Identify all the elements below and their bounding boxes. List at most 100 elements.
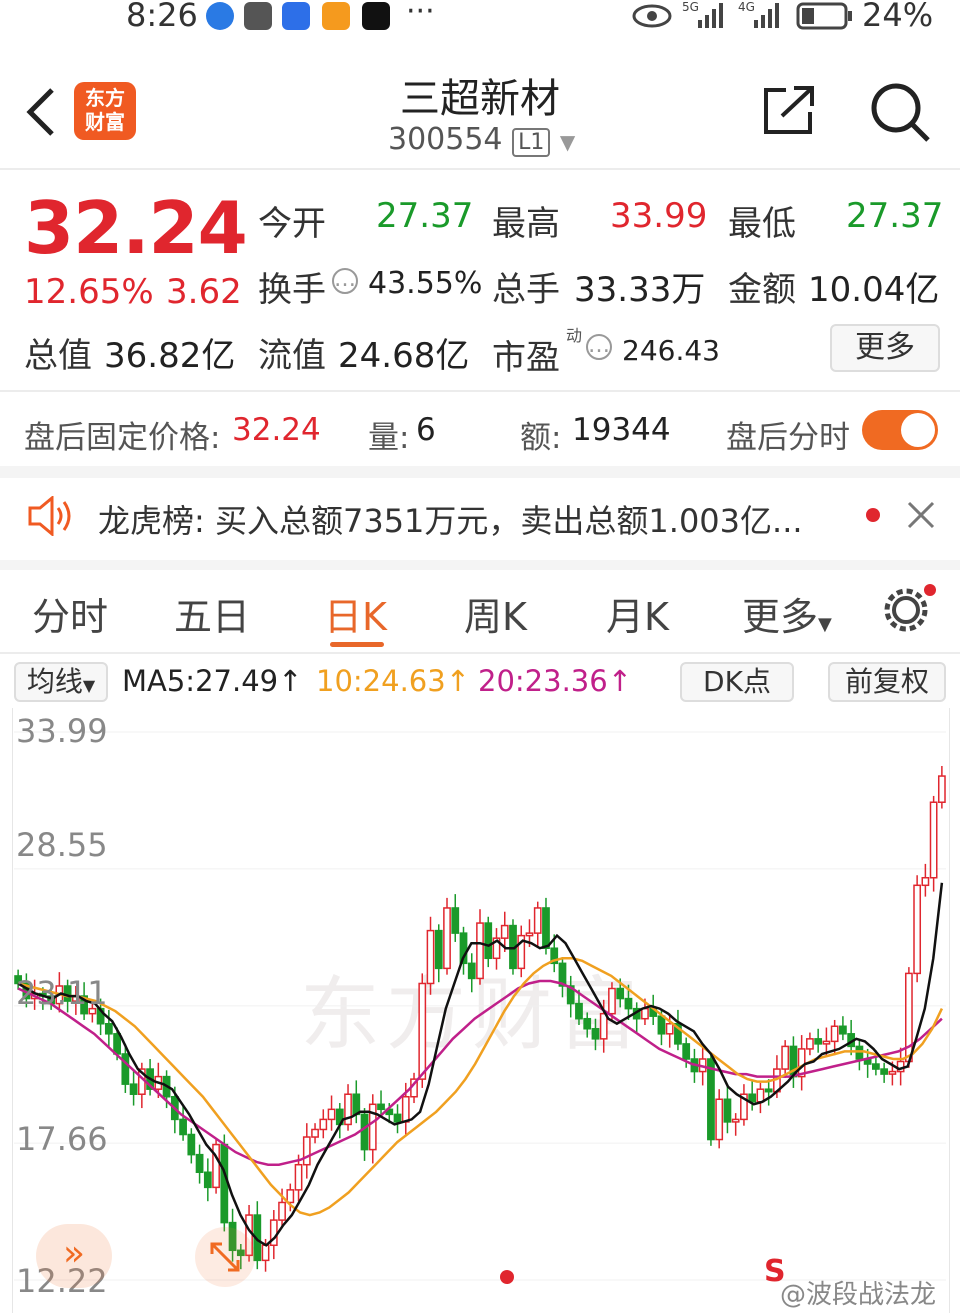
- globe-icon: [206, 2, 234, 30]
- signal-icon-2: [754, 3, 779, 28]
- close-icon[interactable]: [906, 500, 936, 530]
- ma-dropdown[interactable]: 均线▼: [14, 662, 108, 702]
- candle-body: [542, 907, 550, 949]
- candle-body: [360, 1113, 369, 1151]
- ma10-legend: 10:24.63↑: [316, 664, 470, 698]
- stock-code: 300554: [388, 122, 503, 157]
- candle-body: [121, 1053, 130, 1085]
- candle-body: [443, 907, 451, 970]
- candle-body: [583, 1017, 592, 1030]
- candlestick-chart[interactable]: [0, 700, 960, 1313]
- info-icon[interactable]: …: [332, 268, 358, 294]
- candle-body: [467, 962, 476, 980]
- candle-body: [377, 1103, 385, 1111]
- candle-body: [203, 1171, 212, 1189]
- chevron-down-icon: ▼: [559, 130, 576, 154]
- mktcap-value: 36.82亿: [104, 336, 236, 376]
- ma-dropdown-label: 均线: [26, 665, 83, 698]
- candle-body: [657, 1015, 666, 1035]
- mktcap-label: 总值: [24, 336, 92, 376]
- speaker-icon: [28, 496, 71, 536]
- candle-body: [888, 1070, 897, 1075]
- candle-body: [806, 1038, 814, 1050]
- tab-active-indicator: [330, 642, 384, 647]
- status-more: ···: [406, 0, 435, 29]
- tab-five-day[interactable]: 五日: [174, 586, 250, 641]
- status-bar: 8:26 ··· 5G 4G 24%: [0, 0, 960, 36]
- settings-gear-icon[interactable]: [880, 584, 936, 632]
- tab-weekly-k[interactable]: 周K: [464, 586, 527, 641]
- eye-icon: [632, 4, 672, 28]
- turnover-label: 换手: [258, 270, 326, 310]
- header-divider: [0, 168, 960, 170]
- search-icon[interactable]: [868, 80, 932, 144]
- open-label: 今开: [258, 204, 326, 244]
- candle-body: [129, 1083, 138, 1095]
- notice-row[interactable]: 龙虎榜: 买入总额7351万元，卖出总额1.003亿...: [98, 496, 803, 542]
- candle-body: [525, 932, 534, 937]
- candle-body: [731, 1118, 740, 1123]
- dropdown-arrow-icon: ▼: [82, 676, 96, 695]
- baidu-icon: [282, 2, 310, 30]
- stock-code-row[interactable]: 300554 L1 ▼: [388, 122, 575, 157]
- candle-body: [500, 924, 509, 939]
- toggle-knob: [901, 413, 935, 447]
- open-value: 27.37: [376, 196, 474, 236]
- after-hours-price: 32.24: [232, 412, 321, 448]
- info-icon-2[interactable]: …: [586, 334, 612, 360]
- candle-body: [781, 1045, 790, 1070]
- candle-body: [764, 1088, 773, 1093]
- low-value: 27.37: [846, 196, 944, 236]
- candle-body: [195, 1153, 204, 1174]
- candle-body: [278, 1201, 286, 1221]
- candle-body: [682, 1043, 691, 1060]
- more-button[interactable]: 更多: [830, 324, 940, 372]
- candle-body: [855, 1045, 864, 1060]
- pe-superscript: 动: [566, 326, 583, 345]
- candle-body: [822, 1040, 831, 1045]
- y-tick-label: 23.11: [16, 974, 108, 1012]
- after-hours-amt: 19344: [572, 412, 671, 448]
- after-hours-toggle[interactable]: [862, 410, 938, 450]
- candle-body: [434, 929, 443, 970]
- candle-body: [476, 922, 484, 980]
- candle-body: [179, 1118, 187, 1136]
- fullscreen-icon[interactable]: [194, 1226, 256, 1288]
- tab-intraday[interactable]: 分时: [32, 586, 108, 641]
- candle-body: [533, 907, 542, 934]
- tab-daily-k[interactable]: 日K: [324, 586, 387, 641]
- candle-body: [937, 775, 946, 803]
- volume-value: 33.33万: [574, 270, 706, 310]
- tab-more[interactable]: 更多▼: [742, 586, 832, 641]
- candle-body: [426, 929, 435, 985]
- candle-body: [591, 1028, 600, 1040]
- adjust-button[interactable]: 前复权: [828, 662, 946, 702]
- quote-divider: [0, 390, 960, 392]
- float-label: 流值: [258, 336, 326, 376]
- share-icon[interactable]: [762, 84, 818, 136]
- expand-panel-button[interactable]: »: [36, 1224, 112, 1288]
- candle-body: [401, 1095, 410, 1123]
- y-tick-label: 17.66: [16, 1120, 108, 1158]
- candle-body: [327, 1108, 336, 1121]
- battery-icon: [796, 2, 852, 30]
- high-label: 最高: [492, 204, 560, 244]
- tab-monthly-k[interactable]: 月K: [606, 586, 669, 641]
- candle-body: [311, 1128, 319, 1138]
- candle-body: [929, 801, 938, 879]
- candle-body: [830, 1025, 839, 1043]
- candle-body: [707, 1058, 715, 1141]
- candle-body: [723, 1098, 732, 1123]
- candle-body: [715, 1098, 724, 1141]
- notice-label: 龙虎榜:: [98, 502, 205, 540]
- amount-label: 金额: [728, 270, 796, 310]
- dropdown-arrow-icon: ▼: [818, 614, 832, 635]
- candle-body: [261, 1244, 270, 1262]
- candle-body: [319, 1118, 328, 1131]
- tiktok-icon: [362, 2, 390, 30]
- volume-label: 总手: [492, 270, 560, 310]
- dk-button[interactable]: DK点: [680, 662, 794, 702]
- high-value: 33.99: [610, 196, 708, 236]
- candle-body: [748, 1093, 757, 1103]
- section-gap: [0, 466, 960, 478]
